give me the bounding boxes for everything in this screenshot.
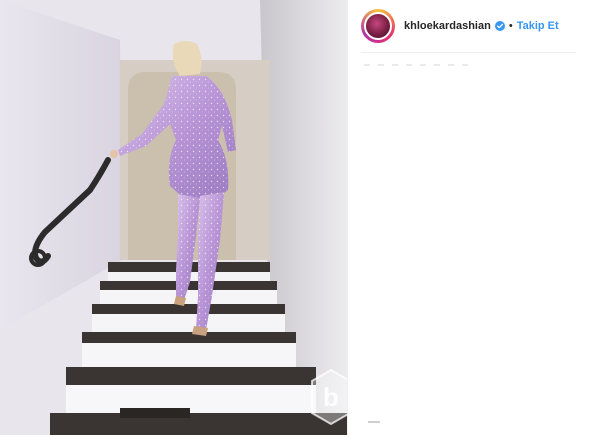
avatar[interactable]: [361, 9, 395, 43]
bottom-mark: [368, 421, 380, 423]
post-sidebar: khloekardashian • Takip Et: [347, 0, 589, 435]
photo-scene: [0, 0, 347, 435]
username-link[interactable]: khloekardashian: [404, 20, 491, 32]
follow-button[interactable]: Takip Et: [517, 20, 559, 32]
svg-text:b: b: [323, 382, 339, 412]
post-photo[interactable]: b: [0, 0, 347, 435]
post-header: khloekardashian • Takip Et: [361, 9, 577, 43]
verified-badge-icon: [494, 21, 505, 31]
header-divider: [361, 52, 576, 53]
faint-text-placeholder: [364, 64, 469, 66]
separator-dot: •: [508, 20, 513, 32]
avatar-image: [364, 12, 392, 40]
watermark-logo-icon: b: [311, 368, 347, 426]
